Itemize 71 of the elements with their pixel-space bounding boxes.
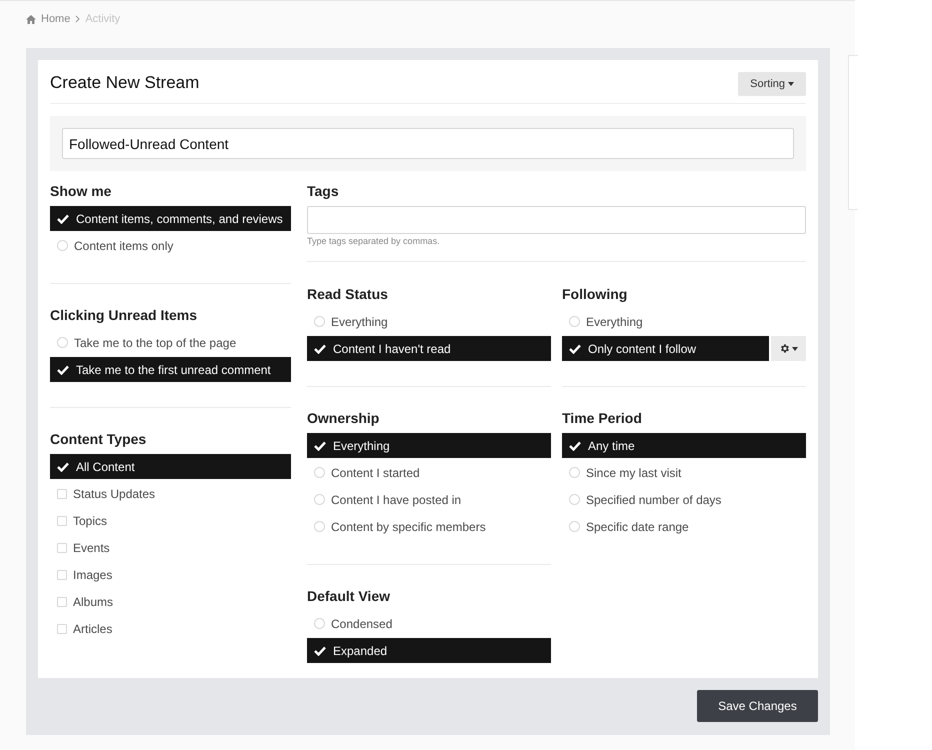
section-title: Content Types (50, 431, 148, 448)
tags-field[interactable] (307, 206, 806, 234)
radio-button[interactable] (57, 337, 68, 348)
checkbox[interactable] (57, 624, 67, 634)
chevron-right-icon (75, 15, 80, 23)
selected-option[interactable]: Take me to the first unread comment (50, 357, 291, 382)
check-icon (57, 364, 69, 374)
checkbox[interactable] (57, 570, 67, 580)
home-icon (26, 14, 36, 24)
section-title: Clicking Unread Items (50, 307, 198, 324)
check-icon (569, 344, 581, 354)
section-title: Time Period (562, 410, 643, 427)
option-label[interactable]: Specific date range (586, 518, 689, 536)
radio-button[interactable] (569, 316, 580, 327)
radio-button[interactable] (314, 618, 325, 629)
check-icon (314, 440, 326, 450)
section-title: Tags (307, 183, 340, 200)
radio-button[interactable] (314, 521, 325, 532)
option-label[interactable]: Topics (73, 512, 108, 530)
selected-option[interactable]: Content items, comments, and reviews (50, 206, 291, 231)
option-label[interactable]: Everything (331, 312, 388, 330)
check-icon (314, 344, 326, 354)
option-label[interactable]: Condensed (331, 614, 392, 632)
option-label[interactable]: Content I have posted in (331, 490, 462, 508)
option-label[interactable]: Images (73, 566, 112, 584)
option-label[interactable]: Status Updates (73, 484, 156, 502)
option-label[interactable]: Articles (73, 620, 112, 638)
caret-icon (788, 82, 794, 86)
option-label[interactable]: Events (73, 538, 110, 556)
sorting-button[interactable]: Sorting (738, 72, 806, 96)
selected-option[interactable]: Any time (562, 433, 806, 458)
section-title: Read Status (307, 286, 389, 303)
checkbox[interactable] (57, 488, 67, 498)
selected-option[interactable]: Only content I follow (562, 336, 769, 361)
option-label[interactable]: Content by specific members (331, 518, 486, 536)
option-label[interactable]: Albums (73, 592, 114, 610)
gear-icon (779, 343, 790, 354)
radio-button[interactable] (314, 316, 325, 327)
checkbox[interactable] (57, 596, 67, 606)
selected-option[interactable]: Expanded (307, 638, 551, 663)
page-title: Create New Stream (50, 73, 200, 93)
option-label[interactable]: Specified number of days (586, 490, 722, 508)
option-label[interactable]: Everything (586, 312, 643, 330)
checkbox[interactable] (57, 542, 67, 552)
option-label[interactable]: Content items only (74, 236, 174, 254)
radio-button[interactable] (314, 467, 325, 478)
selected-option[interactable]: Everything (307, 433, 551, 458)
check-icon (57, 462, 69, 472)
selected-option[interactable]: Content I haven't read (307, 336, 551, 361)
checkbox[interactable] (57, 516, 67, 526)
option-label[interactable]: Take me to the top of the page (74, 334, 236, 352)
save-button[interactable]: Save Changes (697, 690, 818, 722)
section-title: Following (562, 286, 628, 303)
radio-button[interactable] (569, 467, 580, 478)
radio-button[interactable] (57, 240, 68, 251)
settings-menu-button[interactable] (771, 336, 806, 361)
radio-button[interactable] (569, 494, 580, 505)
option-label[interactable]: Content I started (331, 464, 420, 482)
option-label[interactable]: Since my last visit (586, 464, 682, 482)
section-title: Default View (307, 588, 391, 605)
radio-button[interactable] (569, 521, 580, 532)
stream-name-field[interactable]: Followed-Unread Content (62, 128, 794, 159)
tags-hint: Type tags separated by commas. (307, 235, 441, 247)
section-title: Show me (50, 183, 112, 200)
check-icon (569, 440, 581, 450)
check-icon (314, 646, 326, 656)
check-icon (57, 214, 69, 224)
selected-option[interactable]: All Content (50, 454, 291, 479)
radio-button[interactable] (314, 494, 325, 505)
section-title: Ownership (307, 410, 380, 427)
caret-icon (792, 346, 798, 350)
